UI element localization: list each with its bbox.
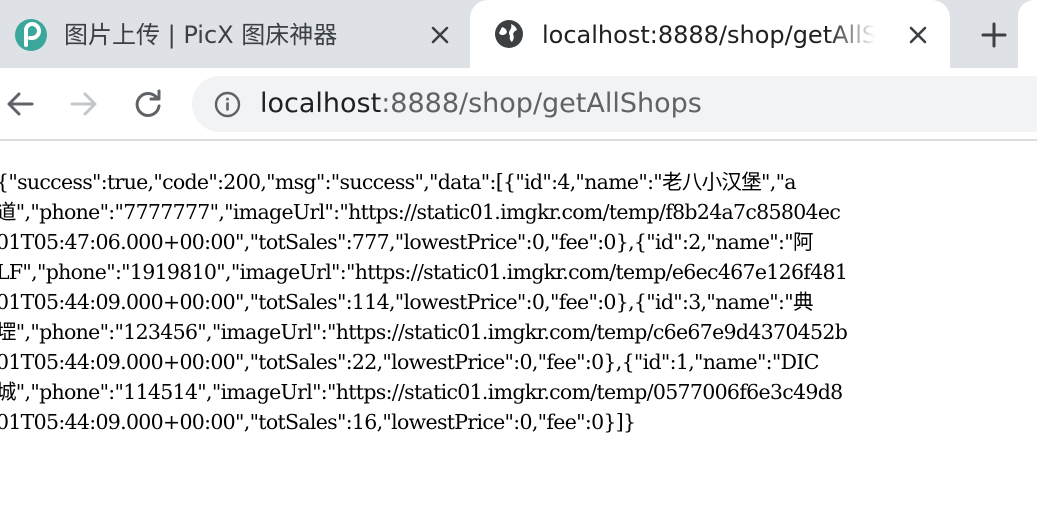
close-icon[interactable] [905, 22, 931, 48]
json-line: 01T05:44:09.000+00:00","totSales":114,"l… [0, 290, 813, 314]
json-line: 01T05:47:06.000+00:00","totSales":777,"l… [0, 230, 813, 254]
json-line: LF","phone":"1919810","imageUrl":"https:… [0, 260, 848, 284]
url-text[interactable]: localhost:8888/shop/getAllShops [260, 86, 702, 122]
json-line: {"success":true,"code":200,"msg":"succes… [0, 170, 797, 194]
picx-logo-icon [15, 19, 47, 51]
globe-icon [495, 20, 523, 48]
tab-title: localhost:8888/shop/getAllShops [542, 21, 875, 49]
url-path: :8888/shop/getAllShops [381, 88, 702, 119]
json-line: 01T05:44:09.000+00:00","totSales":22,"lo… [0, 350, 819, 374]
page-content: {"success":true,"code":200,"msg":"succes… [0, 143, 1037, 513]
url-host: localhost [260, 88, 382, 119]
address-bar[interactable]: localhost:8888/shop/getAllShops [192, 76, 1037, 132]
reload-icon[interactable] [130, 86, 166, 122]
json-line: 道","phone":"7777777","imageUrl":"https:/… [0, 200, 841, 224]
tab-title: 图片上传 | PicX 图床神器 [64, 21, 338, 49]
tab-strip: 图片上传 | PicX 图床神器 localhost:8888/shop/get… [0, 0, 1037, 68]
back-arrow-icon[interactable] [2, 86, 38, 122]
toolbar: localhost:8888/shop/getAllShops [0, 68, 1037, 141]
forward-arrow-icon[interactable] [66, 86, 102, 122]
tab-edge [1018, 0, 1037, 68]
json-line: 城","phone":"114514","imageUrl":"https://… [0, 380, 843, 404]
close-icon[interactable] [427, 22, 453, 48]
tab-picx[interactable]: 图片上传 | PicX 图床神器 [0, 0, 470, 68]
json-response-text: {"success":true,"code":200,"msg":"succes… [0, 167, 848, 437]
json-line: 01T05:44:09.000+00:00","totSales":16,"lo… [0, 410, 636, 434]
tab-localhost[interactable]: localhost:8888/shop/getAllShops [470, 0, 950, 68]
json-line: 堽","phone":"123456","imageUrl":"https://… [0, 320, 848, 344]
info-icon[interactable] [214, 91, 241, 118]
new-tab-plus-icon[interactable] [977, 18, 1011, 52]
